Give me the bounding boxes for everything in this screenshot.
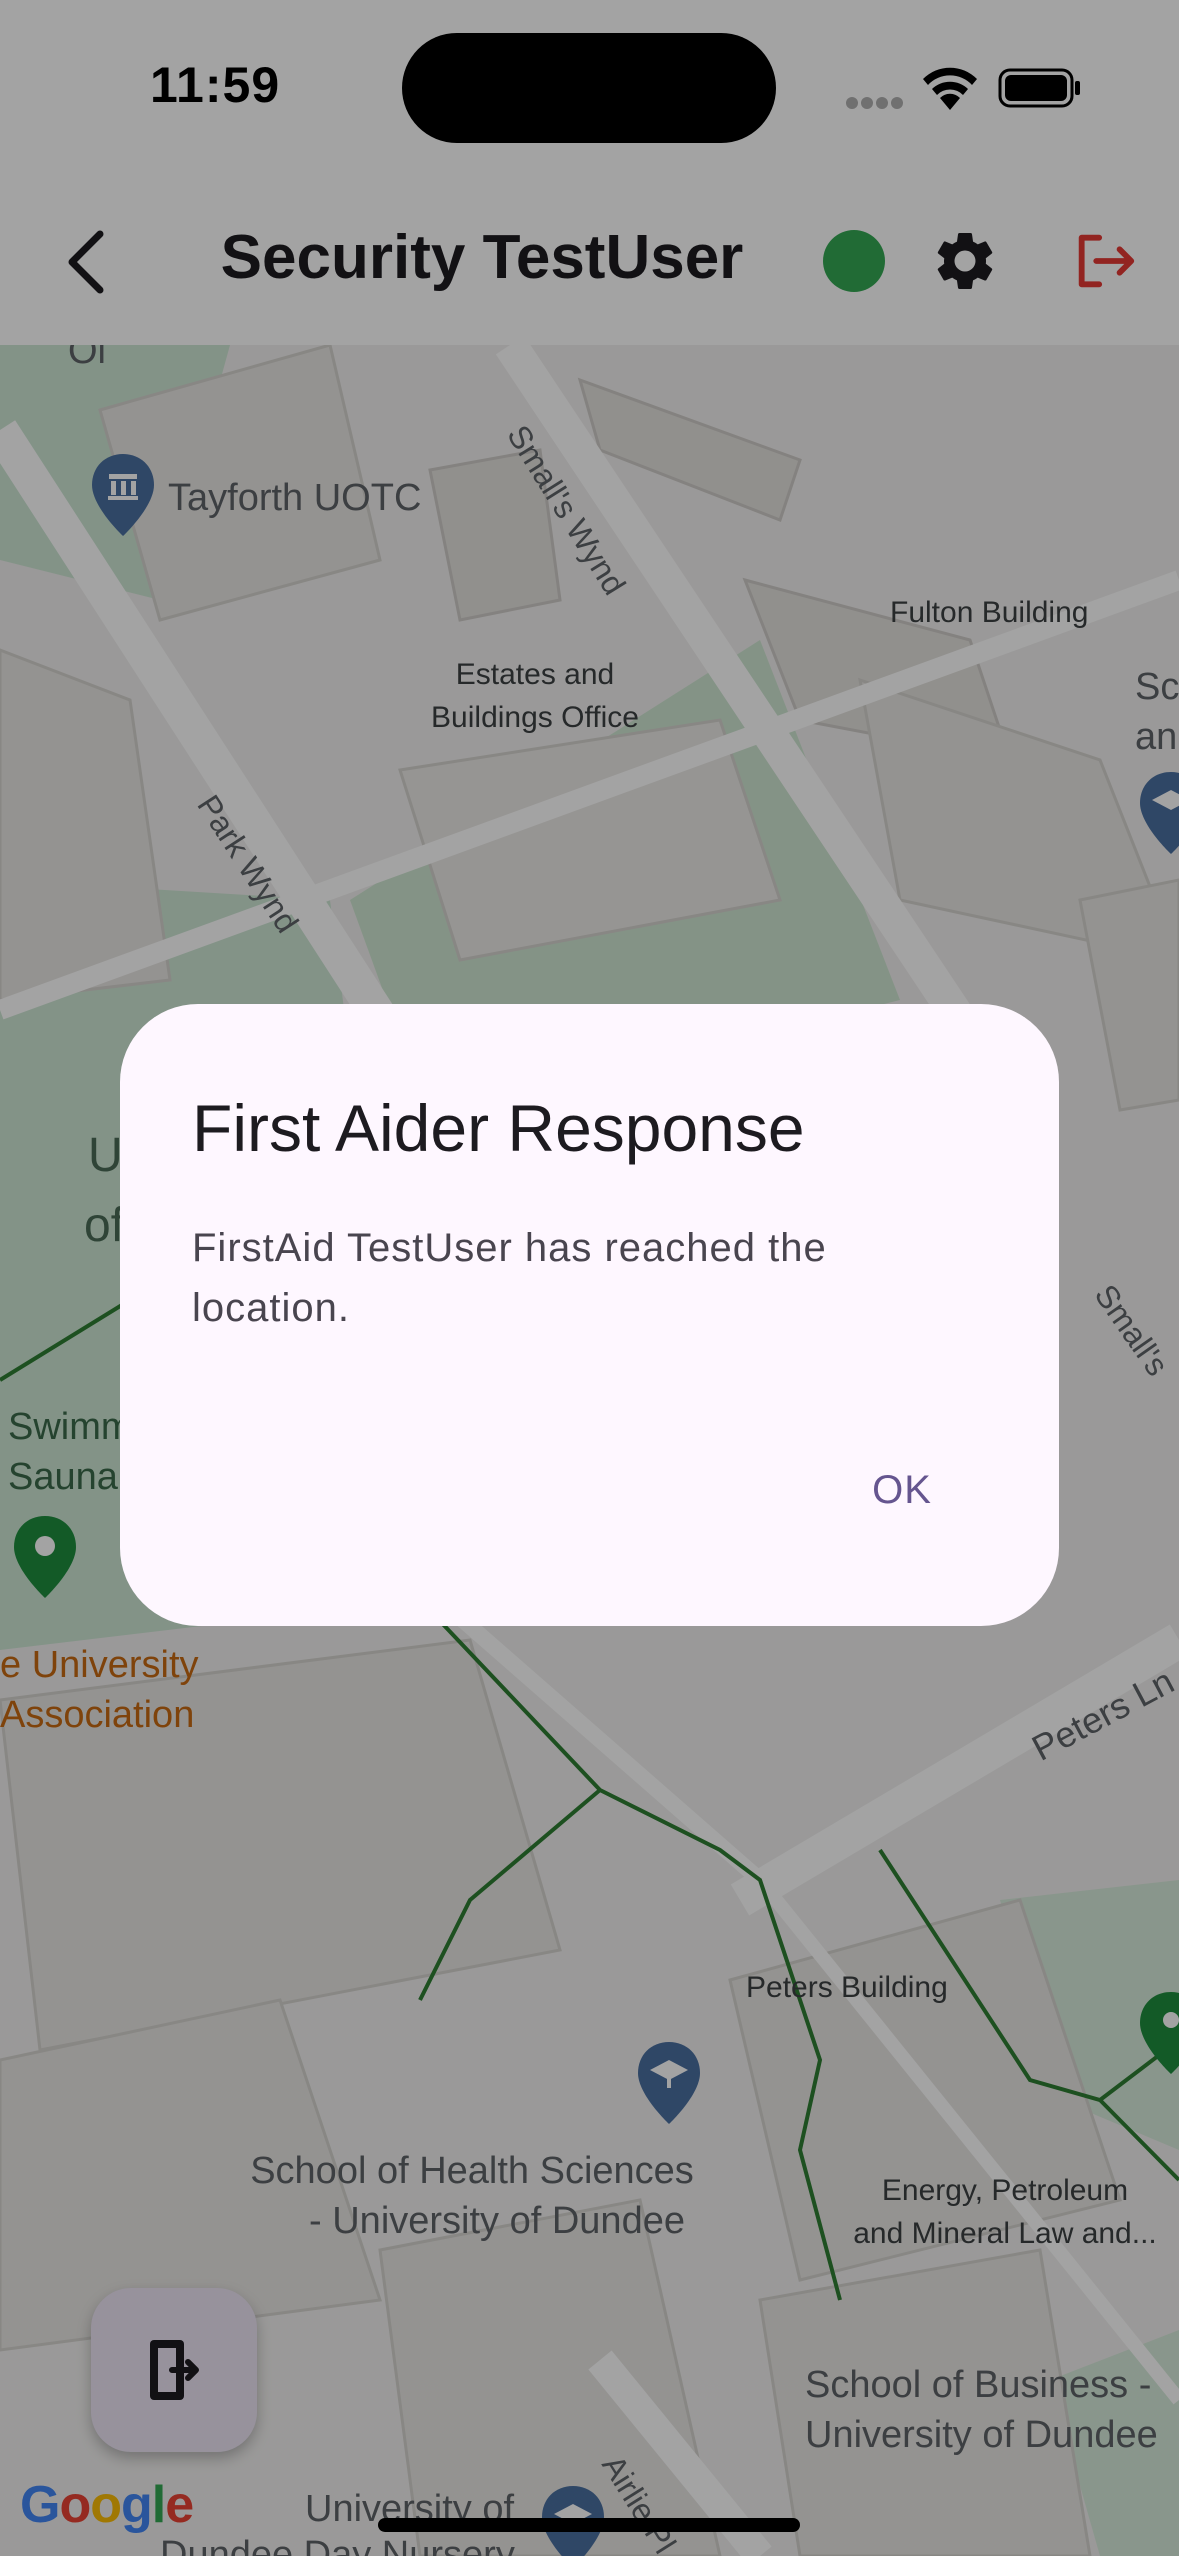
dialog-message: FirstAid TestUser has reached the locati… xyxy=(192,1226,827,1330)
ok-button[interactable]: OK xyxy=(832,1440,972,1540)
dialog-title: First Aider Response xyxy=(192,1091,805,1165)
alert-dialog: First Aider Response FirstAid TestUser h… xyxy=(120,1004,1059,1626)
home-indicator[interactable] xyxy=(378,2518,800,2532)
